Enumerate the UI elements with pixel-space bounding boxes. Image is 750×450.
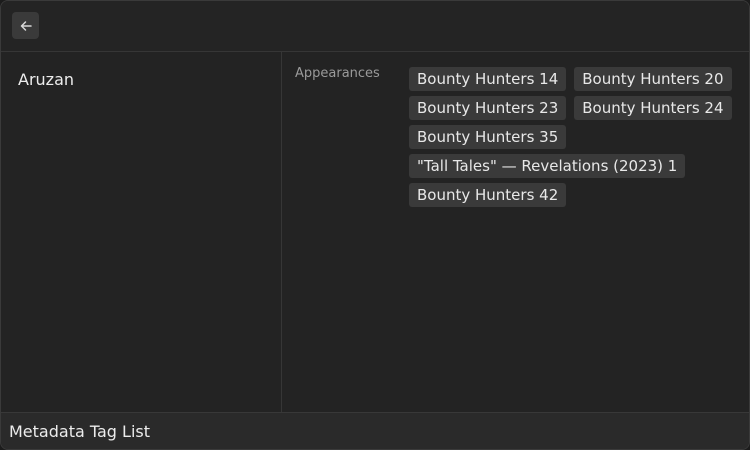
status-footer: Metadata Tag List	[1, 412, 749, 449]
back-button[interactable]	[12, 12, 39, 39]
appearance-tag[interactable]: Bounty Hunters 20	[574, 67, 732, 91]
appearance-tag[interactable]: Bounty Hunters 42	[409, 183, 567, 207]
sidebar: Aruzan	[1, 52, 282, 412]
appearance-tag[interactable]: Bounty Hunters 23	[409, 96, 567, 120]
top-toolbar	[1, 1, 749, 52]
details-panel: Appearances Bounty Hunters 14 Bounty Hun…	[282, 52, 749, 412]
app-window: Aruzan Appearances Bounty Hunters 14 Bou…	[0, 0, 750, 450]
footer-title: Metadata Tag List	[9, 422, 150, 441]
content-area: Aruzan Appearances Bounty Hunters 14 Bou…	[1, 52, 749, 412]
arrow-left-icon	[18, 18, 34, 34]
appearance-tag[interactable]: Bounty Hunters 14	[409, 67, 567, 91]
appearance-tag[interactable]: "Tall Tales" — Revelations (2023) 1	[409, 154, 686, 178]
appearances-label: Appearances	[295, 66, 380, 81]
selected-item-name: Aruzan	[18, 70, 75, 89]
appearance-tag[interactable]: Bounty Hunters 35	[409, 125, 567, 149]
appearance-tag[interactable]: Bounty Hunters 24	[574, 96, 732, 120]
appearances-tag-list: Bounty Hunters 14 Bounty Hunters 20 Boun…	[409, 67, 739, 207]
